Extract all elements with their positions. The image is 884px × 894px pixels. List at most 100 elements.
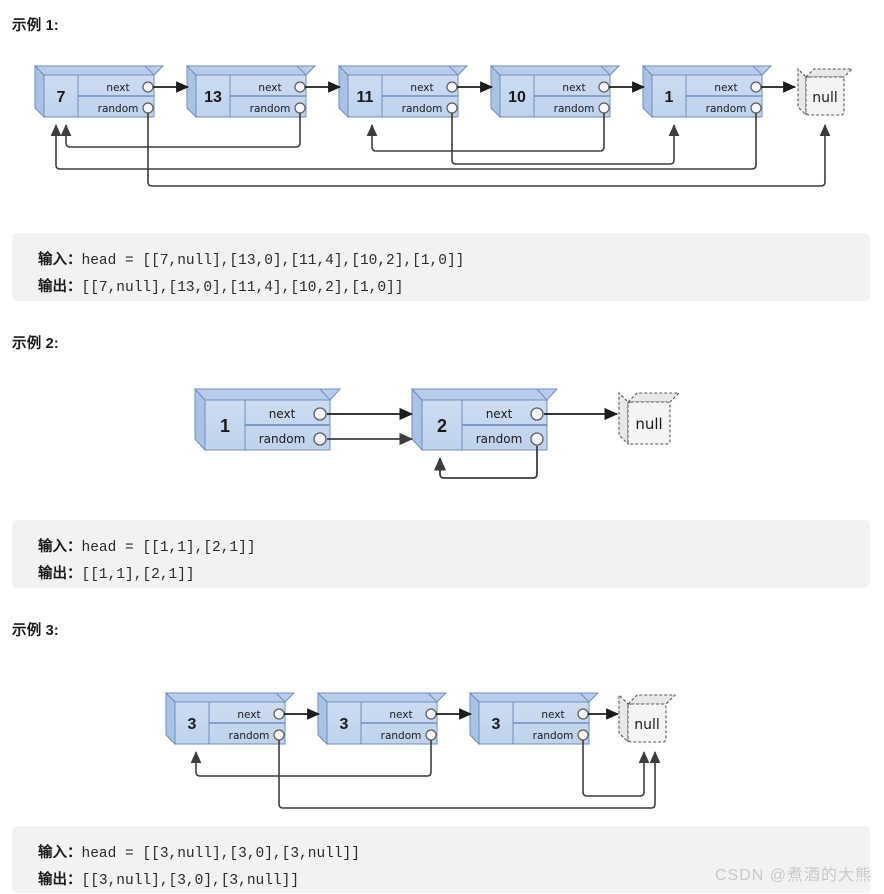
random-label: random [381,730,422,742]
node-1: 13 next random [185,64,317,119]
next-port [142,81,154,93]
random-port [273,729,285,741]
null-label: null [634,717,660,733]
linked-list-svg-2: 1 next random 2 next random null [193,387,681,479]
input-label: 输入： [38,252,82,268]
random-arrow-10-to-11 [366,113,605,152]
random-port [598,102,610,114]
input-label: 输入： [38,539,82,555]
random-port [313,432,327,446]
node-0: 1 next random [193,387,342,452]
example-2-input-line: 输入：head = [[1,1],[2,1]] [38,534,870,561]
input-label: 输入： [38,845,82,861]
output-value: [[7,null],[13,0],[11,4],[10,2],[1,0]] [81,280,404,296]
next-port [750,81,762,93]
node-value: 7 [57,89,66,106]
node-value: 3 [340,716,349,733]
output-value: [[3,null],[3,0],[3,null]] [81,873,300,889]
input-value: head = [[1,1],[2,1]] [81,540,256,556]
example-1-title: 示例 1: [12,18,59,34]
random-label: random [402,103,443,115]
null-terminator: null [618,391,681,446]
output-label: 输出： [38,279,82,295]
node-3: 10 next random [489,64,621,119]
next-label: next [389,709,412,721]
next-label: next [541,709,564,721]
random-label: random [476,432,523,446]
next-label: next [258,82,281,94]
output-label: 输出： [38,872,82,888]
node-1: 2 next random [410,387,559,452]
next-label: next [410,82,433,94]
example-3-title: 示例 3: [12,623,59,639]
random-port [425,729,437,741]
csdn-watermark: CSDN @煮酒的大熊 [714,867,872,884]
node-1: 3 next random [316,691,448,746]
random-arrows [50,113,831,187]
random-arrows [190,740,661,809]
next-label: next [714,82,737,94]
example-1-diagram: 7 next random 13 next random 11 next ran… [0,55,884,205]
next-port [446,81,458,93]
random-label: random [706,103,747,115]
random-label: random [533,730,574,742]
example-2-diagram: 1 next random 2 next random null [0,378,884,498]
random-port [750,102,762,114]
example-1-codeblock: 输入：head = [[7,null],[13,0],[11,4],[10,2]… [12,233,870,301]
random-label: random [259,432,306,446]
random-port [530,432,544,446]
next-label: next [562,82,585,94]
random-port [577,729,589,741]
input-value: head = [[3,null],[3,0],[3,null]] [81,846,360,862]
random-label: random [554,103,595,115]
example-2-codeblock: 输入：head = [[1,1],[2,1]] 输出：[[1,1],[2,1]] [12,520,870,588]
random-port [294,102,306,114]
node-value: 3 [188,716,197,733]
random-arrow-node3-to-null [582,740,650,797]
linked-list-svg-3: 3 next random 3 next random 3 next rando… [164,691,677,809]
next-label: next [237,709,260,721]
random-label: random [229,730,270,742]
null-terminator: null [797,67,854,117]
input-value: head = [[7,null],[13,0],[11,4],[10,2],[1… [81,253,465,269]
random-arrow-7-to-null [147,113,831,187]
next-label: next [486,407,513,421]
next-label: next [269,407,296,421]
node-2: 11 next random [337,64,469,119]
node-value: 1 [665,89,674,106]
node-value: 2 [437,416,447,436]
next-port [530,407,544,421]
example-1-input-line: 输入：head = [[7,null],[13,0],[11,4],[10,2]… [38,247,870,274]
output-label: 输出： [38,566,82,582]
random-arrow-1-to-7 [50,113,757,170]
random-arrow-2-to-2 [433,446,538,479]
node-value: 10 [508,89,526,106]
next-port [294,81,306,93]
node-value: 3 [492,716,501,733]
random-port [142,102,154,114]
random-label: random [250,103,291,115]
node-2: 3 next random [468,691,600,746]
random-arrow-13-to-7 [60,113,301,148]
node-value: 1 [220,416,230,436]
node-value: 13 [204,89,222,106]
node-4: 1 next random [641,64,773,119]
next-port [577,708,589,720]
output-value: [[1,1],[2,1]] [81,567,195,583]
random-arrow-11-to-1 [451,113,680,165]
null-label: null [635,415,662,433]
next-port [273,708,285,720]
random-arrow-node1-to-null [278,740,661,809]
example-3-diagram: 3 next random 3 next random 3 next rando… [0,680,884,820]
random-label: random [98,103,139,115]
random-port [446,102,458,114]
next-label: next [106,82,129,94]
random-arrow-node2-to-node1 [190,740,432,777]
example-2-title: 示例 2: [12,336,59,352]
next-port [313,407,327,421]
next-port [598,81,610,93]
node-0: 3 next random [164,691,296,746]
null-terminator: null [618,693,677,744]
node-0: 7 next random [33,64,165,119]
node-value: 11 [357,89,374,106]
